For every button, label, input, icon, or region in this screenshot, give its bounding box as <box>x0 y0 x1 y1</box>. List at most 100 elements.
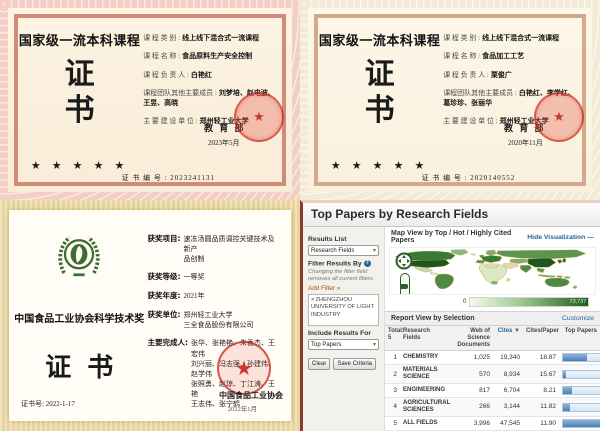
certificate-tl: 国家级一流本科课程 证 书 ★ ★ ★ ★ ★ 课 程 类 别 :线上线下混合式… <box>0 0 300 200</box>
serial-number: 2022-1-17 <box>46 400 75 408</box>
certificate-tr-paper: 国家级一流本科课程 证 书 ★ ★ ★ ★ ★ 课 程 类 别 :线上线下混合式… <box>308 8 592 192</box>
ministry-seal-icon: ★ <box>534 92 584 142</box>
results-list-select[interactable]: Research Fields▾ <box>308 245 379 256</box>
field-value: 2021年 <box>184 291 205 302</box>
cert-char-1: 证 <box>45 347 71 384</box>
col-top-papers[interactable]: Top Papers <box>559 326 600 351</box>
col-documents[interactable]: Web of Science Documents <box>452 326 493 351</box>
hide-visualization-link[interactable]: Hide Visualization — <box>527 234 594 241</box>
issuer-name: 中国食品工业协会 <box>219 390 283 401</box>
col-cites-per-paper[interactable]: Cites/Paper <box>523 326 559 351</box>
award-field-row: 获奖项目:速冻汤圆品质调控关键技术及新产 品创制 <box>148 234 281 264</box>
field-link[interactable]: ALL FIELDS <box>400 417 452 431</box>
field-label: 课 程 类 别 : <box>143 34 180 42</box>
certificate-title: 国家级一流本科课程 <box>19 30 141 49</box>
certificate-title: 国家级一流本科课程 <box>319 30 441 49</box>
col-research-fields[interactable]: Research Fields <box>400 326 452 351</box>
report-view-title: Report View by Selection <box>391 315 475 322</box>
field-value: 线上线下混合式一流课程 <box>182 34 259 42</box>
help-icon[interactable]: ? <box>364 260 371 267</box>
world-map[interactable] <box>389 247 596 295</box>
add-filter-link[interactable]: Add Filter » <box>308 285 379 292</box>
map-zoom-slider[interactable] <box>400 273 410 295</box>
field-value: 食品原料生产安全控制 <box>182 52 252 60</box>
filter-note: Changing the filter field removes all cu… <box>308 269 379 283</box>
active-filter-label: ZHENGZHOU UNIVERSITY OF LIGHT INDUSTRY <box>311 297 374 317</box>
issuer-seal-group: ★ 中国食品工业协会 2022年1月 <box>175 355 285 417</box>
include-results-select[interactable]: Top Papers▾ <box>308 339 379 350</box>
field-link[interactable]: CHEMISTRY <box>400 351 452 365</box>
field-label: 课 程 名 称 : <box>143 52 180 60</box>
field-label: 获奖单位: <box>148 310 181 330</box>
cites-per-paper-value: 11.90 <box>523 417 559 431</box>
cert-field-row: 课 程 名 称 :食品加工工艺 <box>443 52 576 61</box>
cites-value: 47,545 <box>493 417 523 431</box>
field-link[interactable]: MATERIALS SCIENCE <box>400 365 452 384</box>
award-field-row: 获奖年度:2021年 <box>148 291 281 302</box>
cert-field-row: 课 程 负 责 人 :白艳红 <box>143 71 276 80</box>
serial-label: 证 书 编 号 : <box>422 174 468 182</box>
documents-value: 1,025 <box>452 351 493 365</box>
top-papers-bar: 4 <box>562 370 600 379</box>
save-criteria-button[interactable]: Save Criteria <box>333 358 376 370</box>
map-pan-icon[interactable] <box>395 252 413 270</box>
results-list-value: Research Fields <box>311 248 354 254</box>
certificate-bl: 中国食品工业协会科学技术奖 证 书 证书号: 2022-1-17 获奖项目:速冻… <box>0 200 300 431</box>
certificate-bl-paper: 中国食品工业协会科学技术奖 证 书 证书号: 2022-1-17 获奖项目:速冻… <box>9 210 291 421</box>
top-papers-bar: 13 <box>562 386 600 395</box>
star-row: ★ ★ ★ ★ ★ <box>31 159 129 172</box>
filter-by-label: Filter Results By? <box>308 260 379 267</box>
certificate-serial: 证 书 编 号 : 2020140552 <box>422 173 516 183</box>
table-row: 2 MATERIALS SCIENCE 570 8,934 15.67 4 <box>385 365 600 384</box>
results-list-label: Results List <box>308 236 379 243</box>
top-papers-bar: 10 <box>562 403 600 412</box>
field-label: 课程团队其他主要成员 : <box>443 89 517 97</box>
col-cites-sort[interactable]: Cites ▼ <box>493 326 523 351</box>
filter-by-text: Filter Results By <box>308 260 362 267</box>
legend-gradient: 73,737 <box>469 297 589 307</box>
cert-char-2: 书 <box>365 93 395 129</box>
field-value: 郑州轻工业大学 三全食品股份有限公司 <box>184 310 254 330</box>
field-link[interactable]: ENGINEERING <box>400 384 452 398</box>
research-fields-table: Total: 5 Research Fields Web of Science … <box>385 326 600 431</box>
field-label: 课 程 类 别 : <box>443 34 480 42</box>
serial-number: 2020140552 <box>470 174 515 182</box>
field-label: 获奖年度: <box>148 291 181 302</box>
cites-per-paper-value: 11.82 <box>523 398 559 417</box>
cert-char-2: 书 <box>87 347 113 384</box>
cites-value: 19,340 <box>493 351 523 365</box>
remove-filter-icon[interactable]: × <box>311 297 314 303</box>
page-title: Top Papers by Research Fields <box>303 203 600 227</box>
table-row: 3 ENGINEERING 817 6,704 8.21 13 <box>385 384 600 398</box>
field-label: 课 程 负 责 人 : <box>143 71 189 79</box>
cites-value: 8,934 <box>493 365 523 384</box>
association-logo-icon <box>51 230 107 286</box>
col-total: Total: 5 <box>385 326 400 351</box>
cites-value: 6,704 <box>493 384 523 398</box>
field-value: 速冻汤圆品质调控关键技术及新产 品创制 <box>184 234 281 264</box>
cert-char-2: 书 <box>65 93 95 129</box>
documents-value: 817 <box>452 384 493 398</box>
top-papers-bar: 33 <box>562 353 600 362</box>
legend-max: 73,737 <box>570 298 587 306</box>
certificate-big-text: 证 书 <box>365 57 395 129</box>
award-field-row: 获奖单位:郑州轻工业大学 三全食品股份有限公司 <box>148 310 281 330</box>
field-value: 白艳红 <box>191 71 212 79</box>
collage: 国家级一流本科课程 证 书 ★ ★ ★ ★ ★ 课 程 类 别 :线上线下混合式… <box>0 0 600 431</box>
cert-field-row: 课 程 负 责 人 :栗俊广 <box>443 71 576 80</box>
field-value: 线上线下混合式一流课程 <box>482 34 559 42</box>
chevron-down-icon: ▾ <box>373 341 376 348</box>
cert-char-1: 证 <box>365 57 395 93</box>
customize-link[interactable]: Customize <box>562 315 594 322</box>
field-value: 一等奖 <box>184 272 205 283</box>
certificate-big-text: 证 书 <box>65 57 95 129</box>
field-label: 课程团队其他主要成员 : <box>143 89 217 97</box>
clear-button[interactable]: Clear <box>308 358 330 370</box>
issuer-seal-group: 教 育 部 2020年11月 ★ <box>500 100 584 158</box>
esi-panel: Top Papers by Research Fields Results Li… <box>300 200 600 431</box>
row-rank: 3 <box>385 384 400 398</box>
issue-date: 2023年5月 <box>208 138 240 148</box>
serial-label: 证 书 编 号 : <box>122 174 168 182</box>
field-link[interactable]: AGRICULTURAL SCIENCES <box>400 398 452 417</box>
certificate-serial: 证书号: 2022-1-17 <box>21 399 75 409</box>
